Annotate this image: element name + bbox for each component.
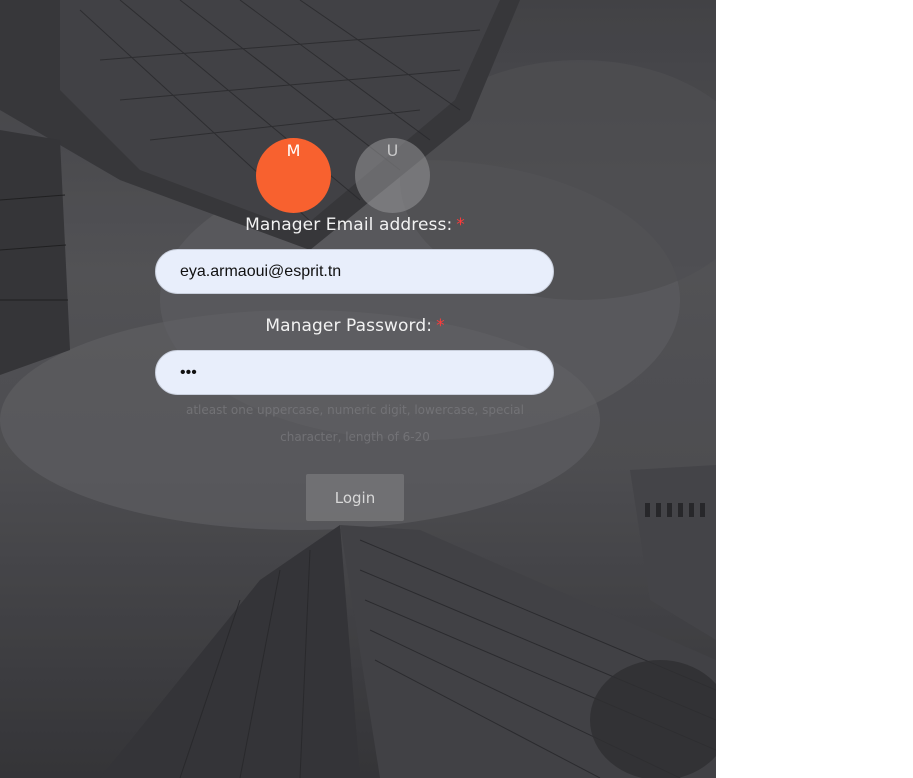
email-input[interactable] xyxy=(155,249,554,294)
manager-role-label: M xyxy=(286,141,301,160)
email-label-text: Manager Email address: xyxy=(245,215,453,235)
email-required-mark: * xyxy=(456,215,465,235)
password-input[interactable] xyxy=(155,350,554,395)
password-hint: atleast one uppercase, numeric digit, lo… xyxy=(155,397,555,451)
password-label: Manager Password: * xyxy=(155,316,555,336)
user-role-button[interactable]: U xyxy=(355,138,430,213)
password-hint-line2: character, length of 6-20 xyxy=(280,430,430,444)
password-hint-line1: atleast one uppercase, numeric digit, lo… xyxy=(186,403,524,417)
background-image: M U Manager Email address:* Manager Pass… xyxy=(0,0,716,778)
user-role-label: U xyxy=(386,141,399,160)
blank-area xyxy=(716,0,913,778)
manager-role-button[interactable]: M xyxy=(256,138,331,213)
email-label: Manager Email address: * xyxy=(155,215,555,235)
password-required-mark: * xyxy=(436,316,445,336)
login-button[interactable]: Login xyxy=(306,474,404,521)
password-label-text: Manager Password: xyxy=(265,316,433,336)
